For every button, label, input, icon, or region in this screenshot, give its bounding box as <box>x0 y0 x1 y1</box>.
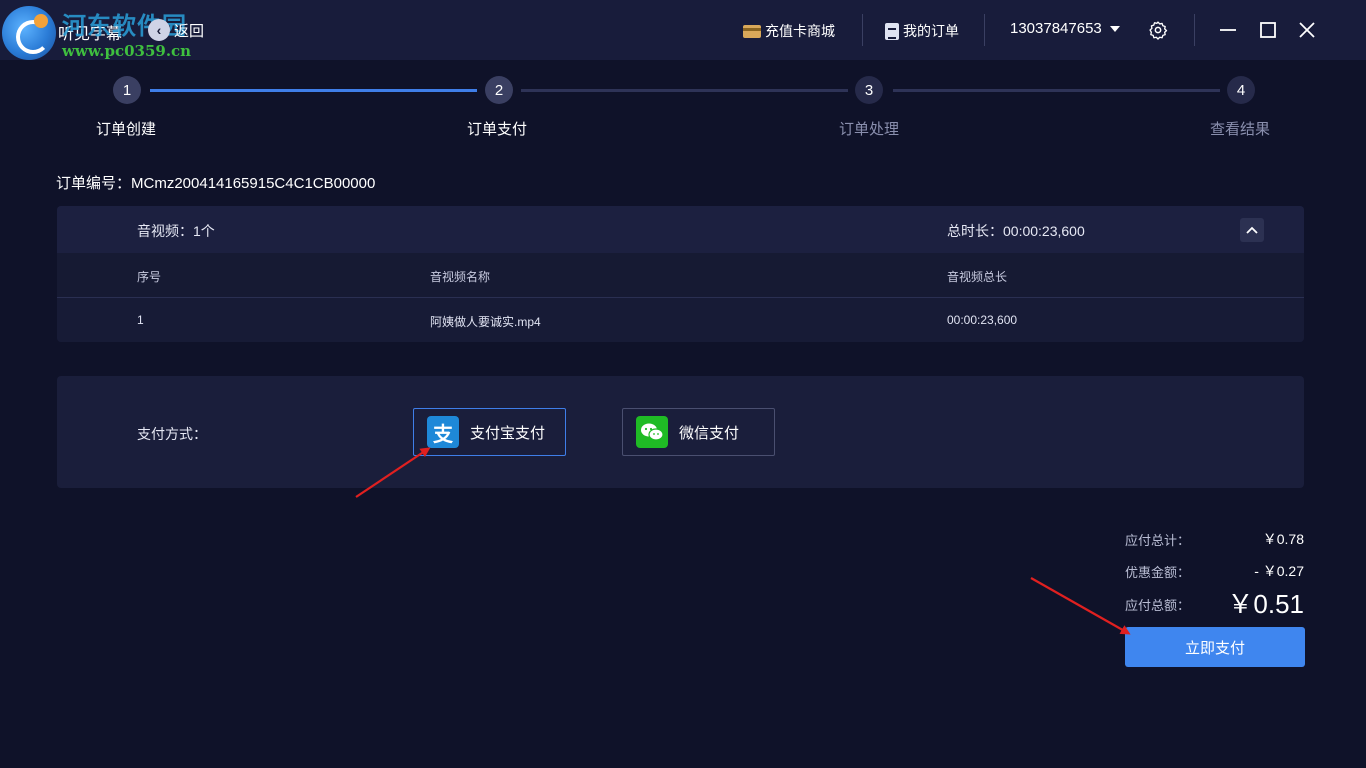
step-4-number: 4 <box>1227 76 1255 104</box>
total-label: 应付总额： <box>1125 598 1191 613</box>
step-1-number: 1 <box>113 76 141 104</box>
my-orders-button[interactable]: 我的订单 <box>885 20 959 42</box>
recharge-store-label: 充值卡商城 <box>765 23 835 39</box>
subtotal-label: 应付总计： <box>1125 533 1191 548</box>
step-2-label: 订单支付 <box>466 121 527 138</box>
divider <box>1194 14 1195 46</box>
row-file-name: 阿姨做人要诚实.mp4 <box>430 315 541 329</box>
discount-label: 优惠金额： <box>1125 565 1191 580</box>
recharge-store-button[interactable]: 充值卡商城 <box>743 20 835 42</box>
total-duration: 总时长：00:00:23,600 <box>947 223 1085 239</box>
files-panel-header: 音视频：1个 总时长：00:00:23,600 <box>57 206 1304 253</box>
table-header: 序号 音视频名称 音视频总长 <box>57 253 1304 298</box>
card-icon <box>743 24 761 38</box>
order-number: 订单编号：MCmz200414165915C4C1CB00000 <box>56 175 376 192</box>
step-3-label: 订单处理 <box>838 121 899 138</box>
gear-icon[interactable] <box>1148 20 1168 40</box>
chevron-up-icon <box>1246 226 1258 234</box>
alipay-label: 支付宝支付 <box>470 424 546 442</box>
step-4-label: 查看结果 <box>1209 121 1270 138</box>
row-duration: 00:00:23,600 <box>947 313 1018 327</box>
my-orders-label: 我的订单 <box>903 23 959 39</box>
minimize-icon[interactable] <box>1216 18 1240 42</box>
divider <box>984 14 985 46</box>
discount-value: - ￥0.27 <box>1254 563 1304 579</box>
payment-method-panel: 支付方式： 支 支付宝支付 微信支付 <box>57 376 1304 488</box>
alipay-icon: 支 <box>427 416 459 448</box>
account-phone: 13037847653 <box>1010 20 1102 37</box>
back-label: 返回 <box>174 22 205 40</box>
account-dropdown[interactable]: 13037847653 <box>1010 20 1120 37</box>
step-3-number: 3 <box>855 76 883 104</box>
total-value: ￥0.51 <box>1227 589 1304 619</box>
watermark-url: www.pc0359.cn <box>62 42 192 60</box>
chevron-down-icon <box>1109 25 1120 32</box>
back-arrow-icon: ‹ <box>148 19 170 41</box>
column-header-name: 音视频名称 <box>430 270 491 284</box>
table-row: 1 阿姨做人要诚实.mp4 00:00:23,600 <box>57 298 1304 342</box>
wechat-pay-label: 微信支付 <box>679 424 740 442</box>
annotation-arrow-pay-now <box>1030 577 1131 635</box>
collapse-button[interactable] <box>1240 218 1264 242</box>
file-count: 音视频：1个 <box>137 223 215 239</box>
order-list-icon <box>885 22 899 40</box>
step-connector-done <box>150 89 477 92</box>
step-2-number: 2 <box>485 76 513 104</box>
pay-now-button[interactable]: 立即支付 <box>1125 627 1305 667</box>
watermark-logo-icon <box>2 6 56 60</box>
close-icon[interactable] <box>1295 18 1319 42</box>
title-bar: 听见字幕 河东软件园 www.pc0359.cn ‹ 返回 充值卡商城 我的订单… <box>0 0 1366 60</box>
step-1-label: 订单创建 <box>95 121 156 138</box>
row-index: 1 <box>137 313 144 327</box>
back-button[interactable]: ‹ 返回 <box>148 18 204 42</box>
alipay-option[interactable]: 支 支付宝支付 <box>413 408 566 456</box>
divider <box>862 14 863 46</box>
wechat-pay-option[interactable]: 微信支付 <box>622 408 775 456</box>
wechat-icon <box>636 416 668 448</box>
step-connector <box>521 89 848 92</box>
subtotal-value: ￥0.78 <box>1262 531 1304 547</box>
payment-method-label: 支付方式： <box>137 426 207 442</box>
files-panel: 音视频：1个 总时长：00:00:23,600 序号 音视频名称 音视频总长 1… <box>57 206 1304 342</box>
column-header-index: 序号 <box>137 270 162 284</box>
column-header-duration: 音视频总长 <box>947 270 1008 284</box>
maximize-icon[interactable] <box>1256 18 1280 42</box>
step-connector <box>893 89 1220 92</box>
